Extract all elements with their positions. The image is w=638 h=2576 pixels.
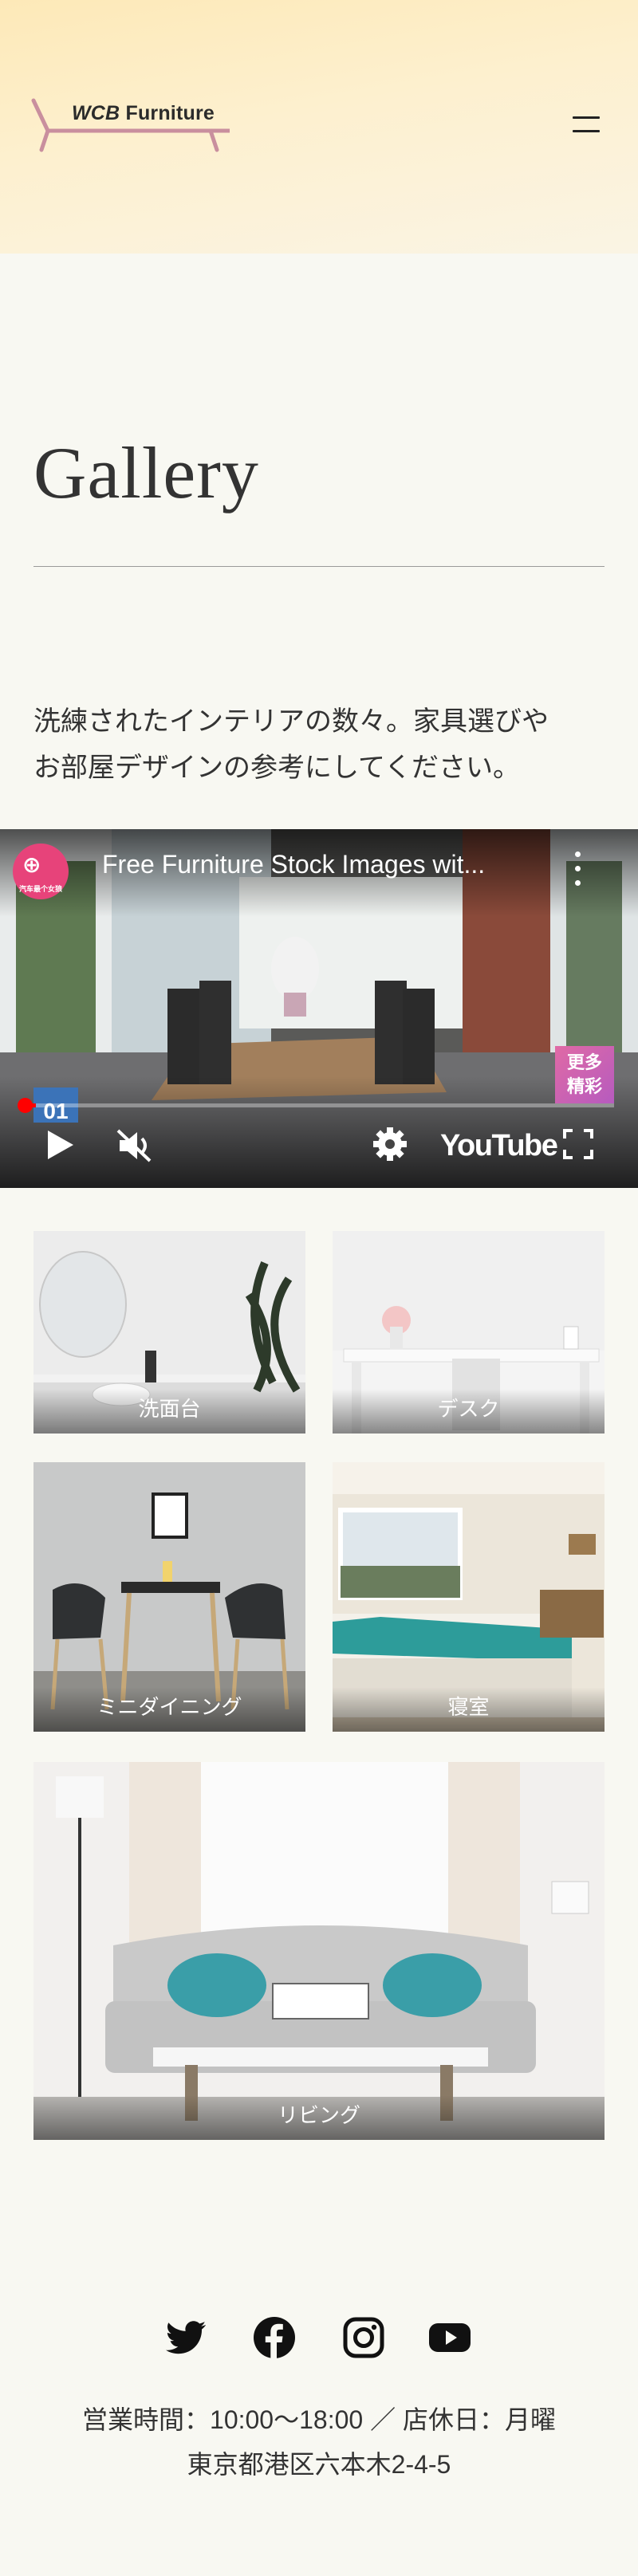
gallery-caption: リビング	[277, 2103, 360, 2127]
youtube-icon[interactable]	[427, 2315, 472, 2360]
facebook-icon[interactable]	[252, 2315, 297, 2360]
video-badge: 更多 精彩	[555, 1046, 614, 1103]
business-hours: 営業時間：10:00〜18:00 ／ 店休日：月曜	[82, 2405, 556, 2434]
gallery-item-bedroom[interactable]: 寝室	[333, 1462, 605, 1732]
store-address: 東京都港区六本木2-4-5	[187, 2450, 451, 2479]
intro-line-1: 洗練されたインテリアの数々。家具選びや	[33, 706, 549, 737]
youtube-video-embed[interactable]: ⊕ 汽车最个女狼 Free Furniture Stock Images wit…	[0, 829, 638, 1188]
youtube-logo[interactable]: YouTube	[440, 1129, 558, 1163]
gallery-caption: 洗面台	[138, 1397, 201, 1421]
title-divider	[33, 566, 605, 567]
gallery-item-mini-dining[interactable]: ミニダイニング	[33, 1462, 305, 1732]
video-title[interactable]: Free Furniture Stock Images wit...	[102, 850, 549, 879]
gallery-caption: 寝室	[447, 1695, 490, 1719]
fullscreen-icon[interactable]	[561, 1127, 595, 1161]
intro-line-2: お部屋デザインの参考にしてください。	[33, 753, 520, 783]
logo-suffix: Furniture	[125, 102, 215, 124]
gallery-item-washroom[interactable]: 洗面台	[33, 1231, 305, 1434]
living-photo	[33, 1762, 605, 2140]
progress-scrubber[interactable]	[18, 1098, 33, 1113]
logo-text[interactable]: WCB Furniture	[72, 102, 215, 125]
mute-icon[interactable]	[115, 1127, 155, 1164]
channel-avatar[interactable]: ⊕ 汽车最个女狼	[13, 844, 69, 899]
logo-prefix: WCB	[72, 102, 120, 124]
twitter-icon[interactable]	[164, 2315, 209, 2360]
play-icon[interactable]	[40, 1126, 78, 1164]
gallery-caption: ミニダイニング	[96, 1695, 242, 1719]
settings-icon[interactable]	[372, 1126, 408, 1162]
more-vert-icon[interactable]	[568, 845, 587, 893]
page-title: Gallery	[33, 432, 259, 513]
gallery-caption: デスク	[437, 1397, 500, 1421]
channel-logo-icon: ⊕	[22, 852, 41, 877]
hamburger-icon[interactable]	[566, 112, 606, 140]
video-progress-bar[interactable]	[24, 1103, 614, 1107]
gallery-item-desk[interactable]: デスク	[333, 1231, 605, 1434]
channel-name: 汽车最个女狼	[18, 885, 62, 893]
intro-text: 洗練されたインテリアの数々。家具選びや お部屋デザインの参考にしてください。	[33, 698, 608, 791]
instagram-icon[interactable]	[341, 2315, 386, 2360]
site-header: WCB Furniture	[0, 0, 638, 254]
gallery-item-living[interactable]: リビング	[33, 1762, 605, 2140]
